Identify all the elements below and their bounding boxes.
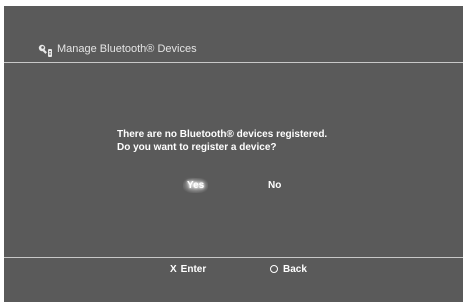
enter-label: Enter [180, 263, 207, 275]
header: Manage Bluetooth® Devices [4, 6, 463, 62]
message-line-1: There are no Bluetooth® devices register… [117, 129, 328, 140]
header-divider [4, 62, 463, 63]
enter-button[interactable]: X Enter [170, 262, 206, 276]
message-line-2: Do you want to register a device? [117, 142, 277, 153]
yes-button[interactable]: Yes [183, 178, 209, 193]
cross-button-icon: X [170, 263, 177, 275]
circle-button-icon [270, 265, 278, 273]
dialog-screen: Manage Bluetooth® Devices There are no B… [4, 6, 463, 302]
back-label: Back [283, 263, 307, 275]
no-button[interactable]: No [268, 180, 281, 191]
bluetooth-settings-icon [38, 44, 54, 58]
back-button[interactable]: Back [270, 262, 307, 276]
footer-divider [4, 257, 463, 258]
dialog-message: There are no Bluetooth® devices register… [117, 128, 327, 154]
page-title: Manage Bluetooth® Devices [57, 43, 197, 55]
